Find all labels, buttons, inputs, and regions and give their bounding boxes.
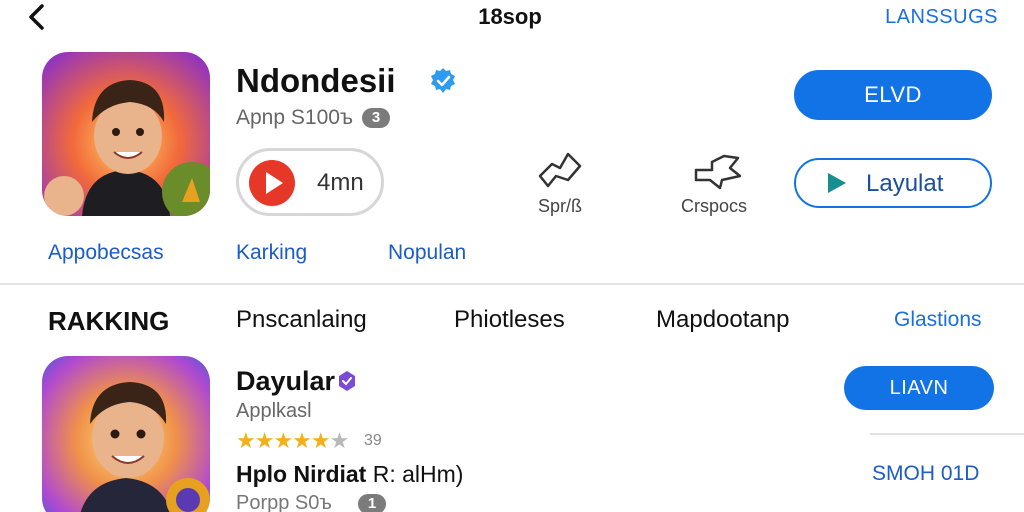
page-title: 18sop	[478, 4, 542, 29]
app-name: Dayular	[236, 366, 336, 396]
share-arrow-icon[interactable]	[534, 150, 586, 192]
tab-2[interactable]: Pnscanlaing	[236, 306, 367, 334]
app-icon-avatar[interactable]	[42, 356, 210, 512]
trailer-button-label: Layulat	[866, 170, 944, 197]
tab-ranking[interactable]: RAKKING	[48, 306, 169, 337]
app-icon-avatar[interactable]	[42, 52, 210, 216]
app-subtitle: Applkasl	[236, 400, 312, 422]
groups-icon[interactable]	[692, 150, 744, 192]
description-rest: R: alHm)	[366, 461, 464, 487]
count-badge: 1	[358, 494, 386, 512]
install-button[interactable]: ELVD	[794, 70, 992, 120]
popular-link[interactable]: Nopulan	[388, 241, 466, 265]
verified-badge-icon	[339, 371, 355, 391]
verified-badge-icon	[431, 68, 455, 93]
tab-3[interactable]: Phiotleses	[454, 306, 565, 334]
app-price: Porpp S0ъ	[236, 492, 332, 512]
tab-4[interactable]: Mapdootanp	[656, 306, 789, 334]
play-triangle-icon	[266, 172, 283, 194]
play-icon	[828, 173, 846, 193]
groups-label: Crspocs	[680, 196, 747, 216]
size-link[interactable]: SMOH 01D	[872, 462, 979, 486]
rating-dim-star: ★	[329, 428, 350, 453]
share-label: Spr/ß	[537, 196, 582, 216]
tab-5[interactable]: Glastions	[894, 308, 982, 332]
star-rating: ★★★★★★	[236, 428, 350, 454]
get-button[interactable]: LIAVN	[844, 366, 994, 410]
languages-link[interactable]: LANSSUGS	[885, 6, 998, 29]
rating-stars: ★★★★★	[236, 428, 331, 453]
app-subtitle: Apnp S100ъ	[236, 106, 354, 129]
app-name: Ndondesii	[236, 62, 396, 99]
rating-value: 39	[364, 432, 382, 449]
count-badge: 3	[362, 108, 390, 128]
play-duration-label: 4mn	[317, 169, 364, 196]
ranking-link[interactable]: Karking	[236, 241, 307, 265]
back-chevron-icon[interactable]	[22, 2, 58, 32]
divider	[870, 433, 1024, 435]
description-bold: Hplo Nirdiat	[236, 461, 367, 487]
category-link[interactable]: Appobecsas	[48, 241, 164, 265]
section-divider	[0, 283, 1024, 285]
play-button[interactable]: 4mn	[236, 148, 384, 216]
app-description: Hplo Nirdiat R: alHm)	[236, 461, 463, 488]
trailer-button[interactable]: Layulat	[794, 158, 992, 208]
